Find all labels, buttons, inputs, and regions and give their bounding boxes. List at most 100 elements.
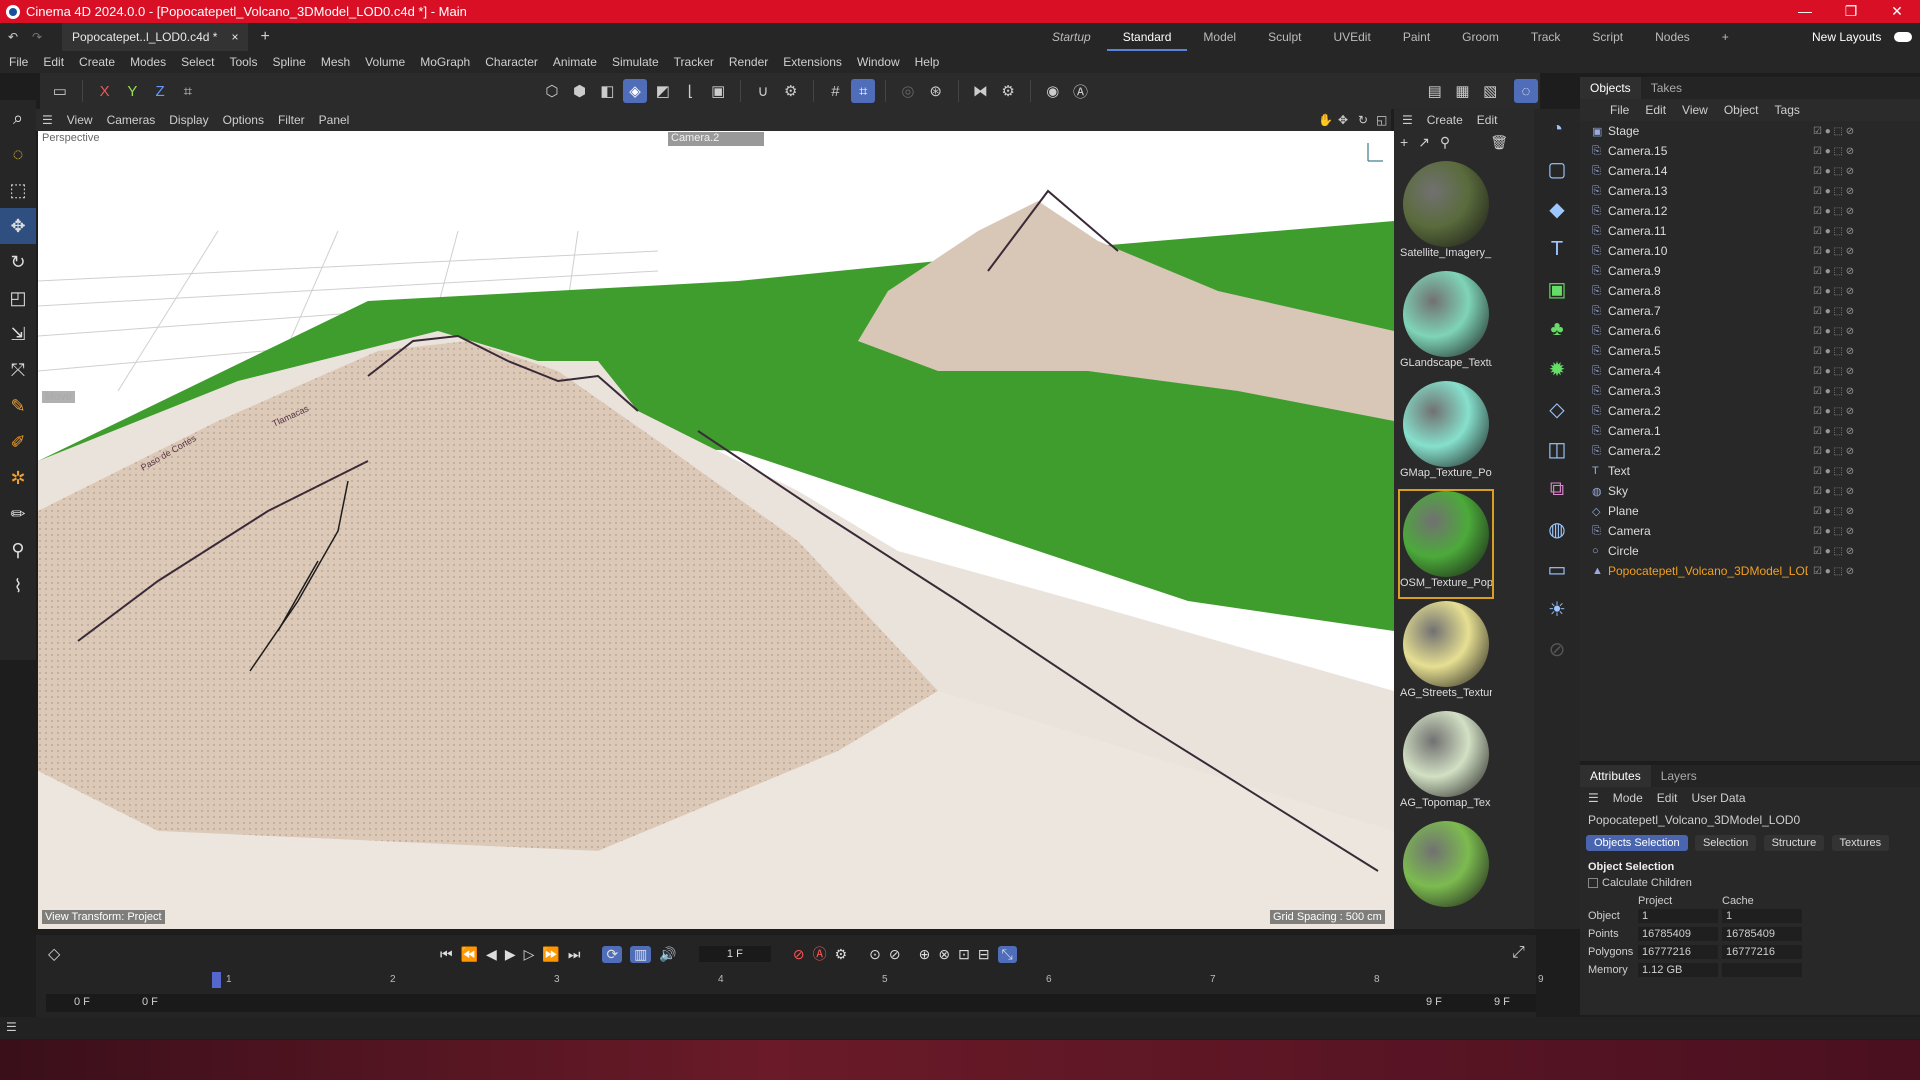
knife-icon[interactable]: ⚲ bbox=[0, 532, 36, 568]
y-axis-toggle[interactable]: Y bbox=[120, 79, 144, 103]
document-tab[interactable]: Popocatepet..l_LOD0.c4d * × bbox=[62, 23, 249, 51]
layout-tab-track[interactable]: Track bbox=[1515, 23, 1577, 51]
transform-tool-icon[interactable]: ⇲ bbox=[0, 316, 36, 352]
objects-selection-button[interactable]: Objects Selection bbox=[1586, 835, 1688, 851]
object-row[interactable]: ⎘ Camera.13 ☑ ● ⬚ ⊘ bbox=[1580, 181, 1920, 201]
textures-button[interactable]: Textures bbox=[1831, 835, 1890, 851]
object-flags[interactable]: ☑ ● ⬚ ⊘ bbox=[1813, 466, 1854, 477]
menu-simulate[interactable]: Simulate bbox=[612, 55, 659, 69]
layout-tab-sculpt[interactable]: Sculpt bbox=[1252, 23, 1317, 51]
cube-icon[interactable]: ◆ bbox=[1534, 189, 1580, 229]
pan-icon[interactable]: ✋ bbox=[1318, 113, 1333, 127]
annotation-icon[interactable]: ⌇ bbox=[0, 568, 36, 604]
environment-icon[interactable]: ◍ bbox=[1534, 509, 1580, 549]
layout-toggle[interactable] bbox=[1894, 32, 1912, 42]
rotate-view-icon[interactable]: ↻ bbox=[1358, 113, 1368, 127]
object-row[interactable]: ⎘ Camera.6 ☑ ● ⬚ ⊘ bbox=[1580, 321, 1920, 341]
object-flags[interactable]: ☑ ● ⬚ ⊘ bbox=[1813, 186, 1854, 197]
viewport-menu-view[interactable]: View bbox=[67, 113, 93, 127]
object-flags[interactable]: ☑ ● ⬚ ⊘ bbox=[1813, 446, 1854, 457]
layout-tab-paint[interactable]: Paint bbox=[1387, 23, 1446, 51]
apply-material-icon[interactable]: ↗ bbox=[1418, 134, 1430, 151]
preview-end-field[interactable]: 9 F bbox=[1426, 996, 1442, 1008]
object-menu-edit[interactable]: Edit bbox=[1645, 103, 1666, 117]
object-row[interactable]: ⎘ Camera.4 ☑ ● ⬚ ⊘ bbox=[1580, 361, 1920, 381]
go-to-end-icon[interactable]: ⏭ bbox=[568, 946, 581, 963]
camera-rig-icon[interactable]: ▭ bbox=[1534, 549, 1580, 589]
material-swatch[interactable]: GLandscape_Textu bbox=[1400, 271, 1492, 377]
menu-modes[interactable]: Modes bbox=[130, 55, 166, 69]
structure-button[interactable]: Structure bbox=[1763, 835, 1825, 851]
object-flags[interactable]: ☑ ● ⬚ ⊘ bbox=[1813, 426, 1854, 437]
maximize-button[interactable]: ❐ bbox=[1828, 0, 1874, 23]
object-flags[interactable]: ☑ ● ⬚ ⊘ bbox=[1813, 246, 1854, 257]
menu-tools[interactable]: Tools bbox=[229, 55, 257, 69]
field-icon[interactable]: ◫ bbox=[1534, 429, 1580, 469]
rotate-tool-icon[interactable]: ↻ bbox=[0, 244, 36, 280]
viewport-camera-icon[interactable]: ◌ bbox=[1514, 79, 1538, 103]
record-icon[interactable]: ⊘ bbox=[793, 946, 805, 963]
timeline-ruler[interactable]: 1 2 3 4 5 6 7 8 9 bbox=[46, 972, 1544, 990]
object-flags[interactable]: ☑ ● ⬚ ⊘ bbox=[1813, 406, 1854, 417]
object-row[interactable]: ⎘ Camera.1 ☑ ● ⬚ ⊘ bbox=[1580, 421, 1920, 441]
object-row[interactable]: ⎘ Camera.8 ☑ ● ⬚ ⊘ bbox=[1580, 281, 1920, 301]
deformer-icon[interactable]: ◇ bbox=[1534, 389, 1580, 429]
redo-icon[interactable]: ↷ bbox=[32, 30, 48, 44]
object-flags[interactable]: ☑ ● ⬚ ⊘ bbox=[1813, 166, 1854, 177]
next-key-icon[interactable]: ⏩ bbox=[542, 946, 559, 963]
material-menu-edit[interactable]: Edit bbox=[1477, 113, 1498, 127]
menu-mesh[interactable]: Mesh bbox=[321, 55, 350, 69]
object-row[interactable]: ⎘ Camera.12 ☑ ● ⬚ ⊘ bbox=[1580, 201, 1920, 221]
object-row[interactable]: ⎘ Camera.2 ☑ ● ⬚ ⊘ bbox=[1580, 401, 1920, 421]
object-row[interactable]: ⎘ Camera.2 ☑ ● ⬚ ⊘ bbox=[1580, 441, 1920, 461]
tab-takes[interactable]: Takes bbox=[1641, 77, 1692, 99]
go-to-start-icon[interactable]: ⏮ bbox=[440, 946, 453, 963]
search-icon[interactable]: ⌕ bbox=[0, 100, 36, 136]
object-flags[interactable]: ☑ ● ⬚ ⊘ bbox=[1813, 386, 1854, 397]
menu-extensions[interactable]: Extensions bbox=[783, 55, 842, 69]
range-end-field[interactable]: 9 F bbox=[1494, 996, 1510, 1008]
key-param-icon[interactable]: ⊗ bbox=[938, 946, 950, 963]
menu-tracker[interactable]: Tracker bbox=[674, 55, 714, 69]
attribute-menu-user-data[interactable]: User Data bbox=[1691, 791, 1745, 805]
new-material-icon[interactable]: + bbox=[1400, 134, 1408, 150]
material-swatch[interactable] bbox=[1400, 821, 1492, 927]
polygons-mode-icon[interactable]: ◧ bbox=[595, 79, 619, 103]
viewport-menu-cameras[interactable]: Cameras bbox=[107, 113, 156, 127]
move-tool-icon[interactable]: ✥ bbox=[0, 208, 36, 244]
active-camera-label[interactable]: Camera.2 bbox=[668, 132, 764, 146]
material-swatch[interactable]: OSM_Texture_Pop bbox=[1398, 489, 1494, 599]
visibility-icon[interactable]: ◉ bbox=[1041, 79, 1065, 103]
minimize-button[interactable]: — bbox=[1782, 0, 1828, 23]
object-row[interactable]: ⎘ Camera.10 ☑ ● ⬚ ⊘ bbox=[1580, 241, 1920, 261]
object-flags[interactable]: ☑ ● ⬚ ⊘ bbox=[1813, 306, 1854, 317]
close-tab-icon[interactable]: × bbox=[231, 30, 238, 44]
object-menu-tags[interactable]: Tags bbox=[1775, 103, 1800, 117]
object-row[interactable]: ⎘ Camera.3 ☑ ● ⬚ ⊘ bbox=[1580, 381, 1920, 401]
material-swatch[interactable]: AG_Topomap_Tex bbox=[1400, 711, 1492, 817]
checkbox-box[interactable] bbox=[1588, 878, 1598, 888]
spline-pen-icon[interactable]: ✎ bbox=[0, 388, 36, 424]
3d-viewport[interactable]: Paso de Cortés Tlamacas bbox=[38, 131, 1394, 929]
tab-objects[interactable]: Objects bbox=[1580, 77, 1641, 99]
layout-tab-uvedit[interactable]: UVEdit bbox=[1317, 23, 1386, 51]
soft-selection-icon[interactable]: ◎ bbox=[896, 79, 920, 103]
z-axis-toggle[interactable]: Z bbox=[148, 79, 172, 103]
placement-tool-icon[interactable]: ⤧ bbox=[0, 352, 36, 388]
object-mode-icon[interactable]: ◈ bbox=[623, 79, 647, 103]
menu-select[interactable]: Select bbox=[181, 55, 214, 69]
camera-object-icon[interactable]: ◔ bbox=[1534, 109, 1580, 149]
viewport-menu-options[interactable]: Options bbox=[223, 113, 264, 127]
layout-tab-script[interactable]: Script bbox=[1576, 23, 1639, 51]
key-interpolation-icon[interactable]: ⤡ bbox=[997, 945, 1017, 963]
magnet-icon[interactable]: ∪ bbox=[751, 79, 775, 103]
snap-settings-icon[interactable]: ⚙ bbox=[779, 79, 803, 103]
object-flags[interactable]: ☑ ● ⬚ ⊘ bbox=[1813, 326, 1854, 337]
edges-mode-icon[interactable]: ⬢ bbox=[568, 79, 592, 103]
object-row[interactable]: ⎘ Camera.5 ☑ ● ⬚ ⊘ bbox=[1580, 341, 1920, 361]
layout-tab-startup[interactable]: Startup bbox=[1036, 23, 1107, 51]
key-position-icon[interactable]: ⊙ bbox=[869, 946, 881, 963]
keyframe-icon[interactable]: ◇ bbox=[48, 944, 60, 964]
menu-window[interactable]: Window bbox=[857, 55, 900, 69]
object-menu-file[interactable]: File bbox=[1610, 103, 1629, 117]
